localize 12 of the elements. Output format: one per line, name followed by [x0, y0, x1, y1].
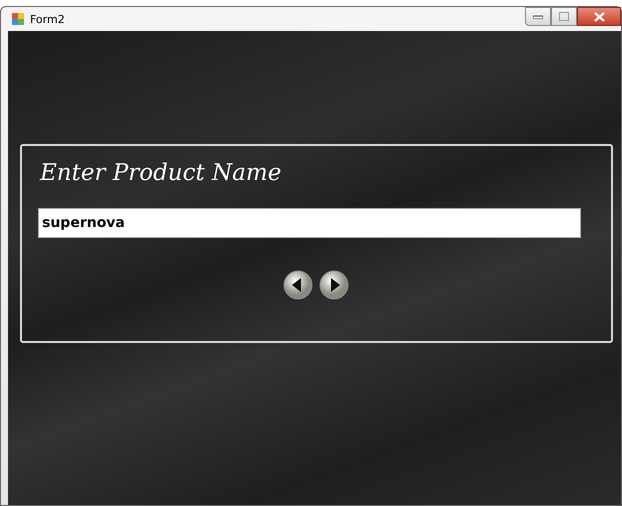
minimize-button[interactable]	[525, 7, 551, 26]
maximize-button[interactable]	[551, 7, 577, 26]
app-icon	[11, 12, 25, 26]
back-button[interactable]	[282, 270, 312, 300]
product-name-field[interactable]: supernova	[38, 208, 581, 238]
close-icon	[594, 12, 604, 22]
panel-heading: Enter Product Name	[38, 160, 282, 186]
close-button[interactable]	[577, 7, 621, 26]
maximize-icon	[559, 12, 569, 21]
window-title: Form2	[30, 12, 65, 26]
forward-button[interactable]	[318, 270, 348, 300]
minimize-icon	[533, 14, 543, 18]
